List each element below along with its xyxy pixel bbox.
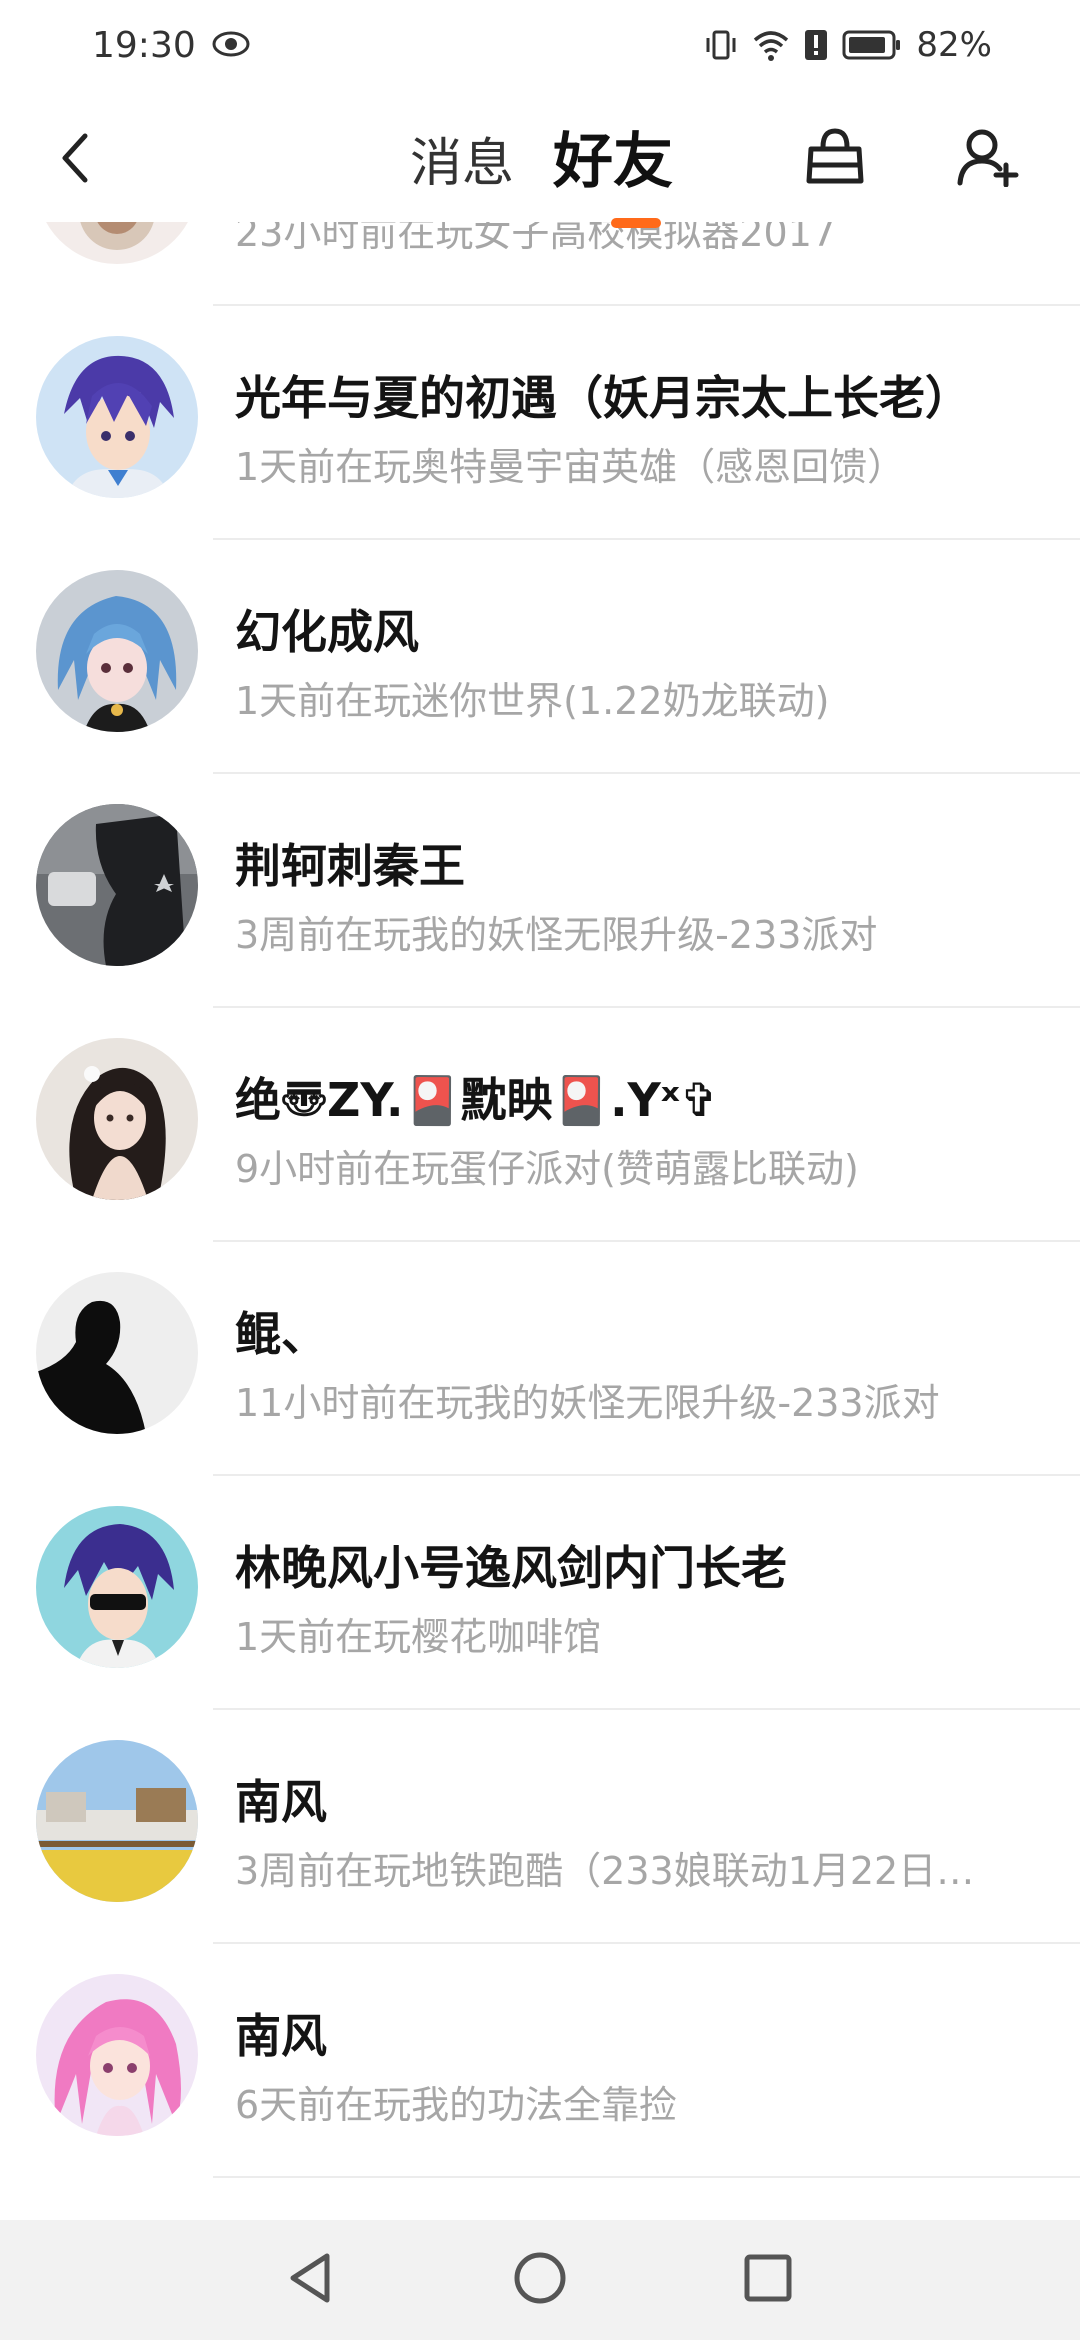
avatar (36, 1272, 198, 1434)
list-item[interactable]: 鲲、 11小时前在玩我的妖怪无限升级-233派对 (0, 1242, 1080, 1476)
active-tab-indicator (611, 218, 661, 228)
bag-button[interactable] (800, 118, 870, 198)
status-bar: 19:30 82% (0, 0, 1080, 90)
friend-name: 南风 (235, 1775, 327, 1829)
friend-name: 荆轲刺秦王 (235, 839, 465, 893)
friend-status: 9小时前在玩蛋仔派对(赞萌露比联动) (235, 1147, 859, 1191)
avatar (36, 1974, 198, 2136)
eye-icon (212, 25, 250, 66)
friend-name: 幻化成风 (235, 605, 419, 659)
tab-messages[interactable]: 消息 (410, 118, 514, 198)
system-back-button[interactable] (250, 2220, 370, 2340)
list-item[interactable]: 南风 6天前在玩我的功法全靠捡 (0, 1944, 1080, 2178)
friend-name: 鲲、 (235, 1307, 327, 1361)
avatar (36, 804, 198, 966)
tab-friends[interactable]: 好友 (553, 116, 673, 197)
divider (213, 2176, 1080, 2178)
list-item[interactable]: 荆轲刺秦王 3周前在玩我的妖怪无限升级-233派对 (0, 774, 1080, 1008)
alert-sim-icon (804, 28, 828, 62)
system-recents-button[interactable] (708, 2220, 828, 2340)
status-time: 19:30 (92, 24, 196, 66)
add-friend-button[interactable] (950, 118, 1026, 198)
back-button[interactable] (40, 120, 110, 200)
top-nav-bar: 消息 好友 (0, 90, 1080, 228)
list-item[interactable]: 幻化成风 1天前在玩迷你世界(1.22奶龙联动) (0, 540, 1080, 774)
friend-status: 3周前在玩地铁跑酷（233娘联动1月22日… (235, 1849, 975, 1893)
friend-status: 1天前在玩迷你世界(1.22奶龙联动) (235, 679, 830, 723)
system-navigation-bar (0, 2220, 1080, 2340)
avatar (36, 1740, 198, 1902)
friends-screen: 19:30 82% 23小时前在玩女子高校模拟器2017 光年与夏的初遇（妖月宗… (0, 0, 1080, 2340)
friend-name: 林晚风小号逸风剑内门长老 (235, 1541, 787, 1595)
wifi-icon (752, 28, 790, 62)
circle-home-icon (512, 2250, 568, 2310)
list-item[interactable]: 绝〠ZY.🎴黕眏🎴.Yˣ✞ 9小时前在玩蛋仔派对(赞萌露比联动) (0, 1008, 1080, 1242)
avatar (36, 336, 198, 498)
tab-messages-label: 消息 (410, 133, 515, 194)
friend-name: 光年与夏的初遇（妖月宗太上长老） (235, 371, 971, 425)
list-item[interactable]: 南风 3周前在玩地铁跑酷（233娘联动1月22日… (0, 1710, 1080, 1944)
triangle-back-icon (285, 2250, 335, 2310)
system-home-button[interactable] (480, 2220, 600, 2340)
avatar (36, 570, 198, 732)
vibrate-icon (704, 28, 738, 62)
battery-percent: 82% (916, 25, 992, 65)
battery-icon (842, 29, 902, 61)
friend-status: 11小时前在玩我的妖怪无限升级-233派对 (235, 1381, 940, 1425)
add-user-icon (956, 125, 1020, 191)
chevron-left-icon (55, 130, 95, 190)
list-item[interactable]: 林晚风小号逸风剑内门长老 1天前在玩樱花咖啡馆 (0, 1476, 1080, 1710)
friend-status: 1天前在玩樱花咖啡馆 (235, 1615, 602, 1659)
avatar (36, 1506, 198, 1668)
list-item[interactable]: 光年与夏的初遇（妖月宗太上长老） 1天前在玩奥特曼宇宙英雄（感恩回馈） (0, 306, 1080, 540)
friend-name: 南风 (235, 2009, 327, 2063)
friend-name: 绝〠ZY.🎴黕眏🎴.Yˣ✞ (235, 1073, 719, 1127)
tab-friends-label: 好友 (553, 126, 673, 197)
friend-status: 6天前在玩我的功法全靠捡 (235, 2083, 678, 2127)
friend-status: 3周前在玩我的妖怪无限升级-233派对 (235, 913, 878, 957)
friend-list[interactable]: 23小时前在玩女子高校模拟器2017 光年与夏的初遇（妖月宗太上长老） 1天前在… (0, 150, 1080, 2220)
friend-status: 1天前在玩奥特曼宇宙英雄（感恩回馈） (235, 445, 906, 489)
avatar (36, 1038, 198, 1200)
square-recents-icon (742, 2252, 794, 2308)
bag-icon (805, 125, 865, 191)
